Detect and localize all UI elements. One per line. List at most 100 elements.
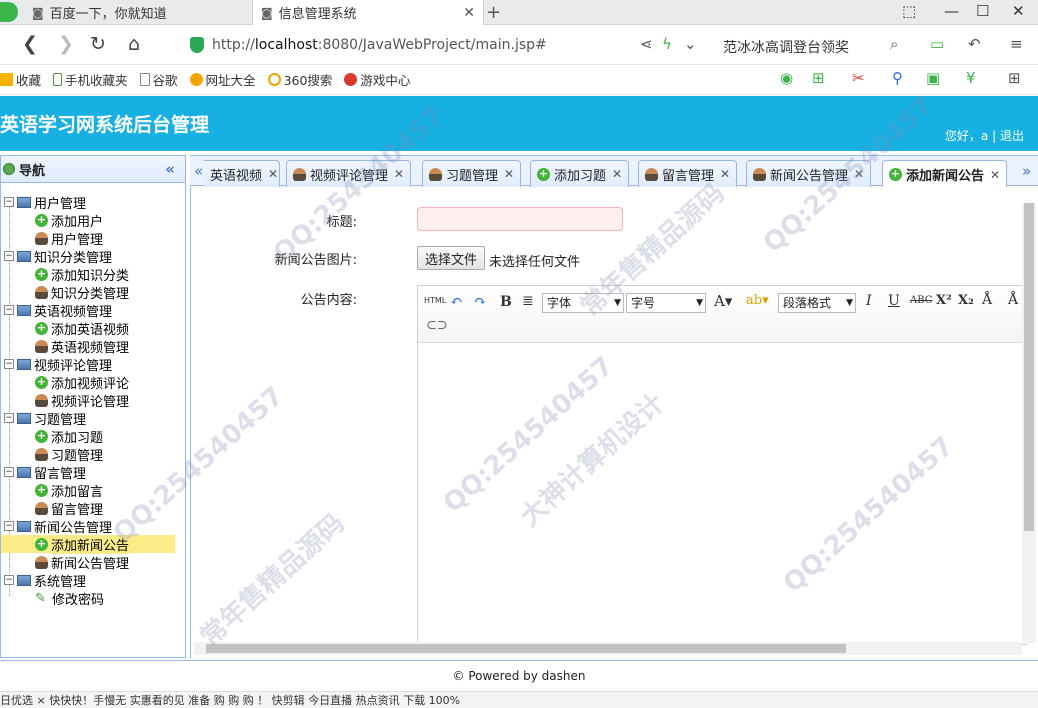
choose-file-button[interactable]: 选择文件 [417, 246, 485, 270]
collapse-sidebar-icon[interactable]: « [165, 160, 175, 178]
bookmark-games[interactable]: 游戏中心 [344, 70, 410, 89]
sidebar-item[interactable]: + 添加英语视频 [1, 319, 185, 338]
extension-icon[interactable]: ◉ [780, 69, 793, 87]
search-icon[interactable]: ⌕ [890, 35, 898, 53]
menu-icon[interactable]: ≡ [1010, 35, 1023, 53]
tab-add-exercise[interactable]: + 添加习题 ✕ [530, 160, 630, 187]
editor-body[interactable] [418, 344, 1026, 644]
search-suggestion[interactable]: 范冰冰高调登台领奖 [723, 37, 849, 57]
close-tab-icon[interactable]: ✕ [612, 167, 622, 181]
sidebar-group[interactable]: − 系统管理 [1, 571, 185, 590]
undo-icon[interactable]: ↶ [968, 35, 981, 53]
minimize-icon[interactable]: — [944, 2, 959, 20]
link-icon[interactable]: ⊂⊃ [426, 318, 448, 333]
vertical-scroll-thumb[interactable] [1024, 203, 1034, 531]
vertical-scrollbar[interactable] [1022, 203, 1036, 643]
expand-toggle-icon[interactable]: − [4, 467, 14, 477]
sidebar-group[interactable]: − 知识分类管理 [1, 247, 185, 266]
sidebar-group[interactable]: − 新闻公告管理 [1, 517, 185, 536]
close-window-icon[interactable]: ✕ [1012, 2, 1025, 20]
tab-english-video[interactable]: 英语视频 ✕ [204, 160, 280, 187]
sidebar-item[interactable]: + 添加视频评论 [1, 373, 185, 392]
sidebar-item[interactable]: 习题管理 [1, 445, 185, 464]
forward-icon[interactable]: ❯ [58, 33, 74, 55]
tab-add-news[interactable]: + 添加新闻公告 ✕ [882, 160, 1008, 188]
sidebar-item[interactable]: ✎ 修改密码 [1, 589, 185, 608]
sidebar-group[interactable]: − 留言管理 [1, 463, 185, 482]
shirt-icon[interactable]: ⬚ [902, 2, 916, 20]
home-icon[interactable]: ⌂ [128, 33, 140, 55]
bookmark-hao[interactable]: 网址大全 [189, 70, 256, 89]
tabs-scroll-left-icon[interactable]: « [194, 162, 203, 180]
flash-icon[interactable]: ϟ [662, 35, 672, 53]
horizontal-scroll-thumb[interactable] [206, 644, 846, 653]
close-tab-icon[interactable]: ✕ [504, 167, 514, 181]
bookmark-favorites[interactable]: 收藏 [0, 70, 41, 89]
sidebar-item[interactable]: + 添加留言 [1, 481, 185, 500]
format-painter-icon[interactable]: Å [982, 292, 992, 308]
redo-icon[interactable]: ↷ [474, 292, 487, 310]
sidebar-item[interactable]: 英语视频管理 [1, 337, 185, 356]
sidebar-group[interactable]: − 视频评论管理 [1, 355, 185, 374]
sidebar-item[interactable]: 新闻公告管理 [1, 553, 185, 572]
close-tab-icon[interactable]: ✕ [394, 167, 404, 181]
sidebar-group[interactable]: − 英语视频管理 [1, 301, 185, 320]
logout-link[interactable]: 退出 [1000, 129, 1024, 143]
undo-icon[interactable]: ↶ [450, 292, 463, 310]
magnifier-icon[interactable]: ⚲ [892, 69, 903, 87]
tab-news-manage[interactable]: 新闻公告管理 ✕ [746, 160, 872, 187]
browser-tab-baidu[interactable]: ◙ 百度一下，你就知道 [24, 0, 250, 25]
bookmark-mobile[interactable]: 手机收藏夹 [53, 70, 128, 89]
sidebar-item[interactable]: + 添加知识分类 [1, 265, 185, 284]
close-tab-icon[interactable]: ✕ [990, 168, 1000, 182]
font-color-icon[interactable]: A▾ [714, 292, 732, 310]
font-family-select[interactable]: 字体 ▼ [542, 293, 624, 313]
maximize-icon[interactable]: ☐ [976, 2, 989, 20]
sidebar-group[interactable]: − 习题管理 [1, 409, 185, 428]
bold-icon[interactable]: B [500, 294, 512, 310]
expand-toggle-icon[interactable]: − [4, 521, 14, 531]
expand-toggle-icon[interactable]: − [4, 413, 14, 423]
html-source-button[interactable]: HTML [424, 296, 446, 305]
close-tab-icon[interactable]: ✕ [268, 167, 278, 181]
italic-icon[interactable]: I [866, 293, 872, 309]
back-icon[interactable]: ❮ [22, 33, 38, 55]
sidebar-item[interactable]: 视频评论管理 [1, 391, 185, 410]
dropdown-icon[interactable]: ⌄ [684, 35, 697, 53]
title-input[interactable] [417, 207, 623, 231]
coupon-icon[interactable]: ¥ [966, 69, 976, 87]
tab-video-comment[interactable]: 视频评论管理 ✕ [286, 160, 412, 187]
sidebar-item[interactable]: + 添加习题 [1, 427, 185, 446]
apps-grid-icon[interactable]: ⊞ [1008, 69, 1021, 87]
expand-toggle-icon[interactable]: − [4, 305, 14, 315]
bookmark-google[interactable]: 谷歌 [139, 70, 178, 89]
browser-tab-active[interactable]: ◙ 信息管理系统 ✕ [252, 0, 484, 25]
sidebar-item[interactable]: 用户管理 [1, 229, 185, 248]
expand-toggle-icon[interactable]: − [4, 575, 14, 585]
new-tab-icon[interactable]: + [486, 2, 501, 23]
tab-exercise-manage[interactable]: 习题管理 ✕ [422, 160, 522, 187]
sidebar-item[interactable]: + 添加新闻公告 [1, 534, 175, 554]
translate-icon[interactable]: ⊞ [812, 69, 825, 87]
bookmark-360[interactable]: 360搜索 [267, 70, 332, 89]
expand-toggle-icon[interactable]: − [4, 197, 14, 207]
sidebar-item[interactable]: 知识分类管理 [1, 283, 185, 302]
sidebar-item[interactable]: 留言管理 [1, 499, 185, 518]
gamepad-icon[interactable]: ▣ [926, 69, 940, 87]
horizontal-scrollbar[interactable] [194, 642, 1022, 655]
close-tab-icon[interactable]: ✕ [854, 167, 864, 181]
clear-format-icon[interactable]: ≣ [522, 293, 534, 309]
strikethrough-icon[interactable]: ABC [910, 295, 932, 306]
tab-message-manage[interactable]: 留言管理 ✕ [638, 160, 738, 187]
sidebar-group[interactable]: − 用户管理 [1, 193, 185, 212]
url-field[interactable]: http://localhost:8080/JavaWebProject/mai… [180, 32, 660, 58]
reload-icon[interactable]: ↻ [90, 33, 106, 55]
close-tab-icon[interactable]: ✕ [463, 5, 475, 21]
highlight-icon[interactable]: ab▾ [746, 293, 769, 308]
subscript-icon[interactable]: X₂ [958, 293, 974, 308]
expand-toggle-icon[interactable]: − [4, 359, 14, 369]
share-icon[interactable]: ⋖ [640, 35, 653, 53]
sidebar-item[interactable]: + 添加用户 [1, 211, 185, 230]
tabs-scroll-right-icon[interactable]: » [1022, 162, 1031, 180]
close-tab-icon[interactable]: ✕ [720, 167, 730, 181]
